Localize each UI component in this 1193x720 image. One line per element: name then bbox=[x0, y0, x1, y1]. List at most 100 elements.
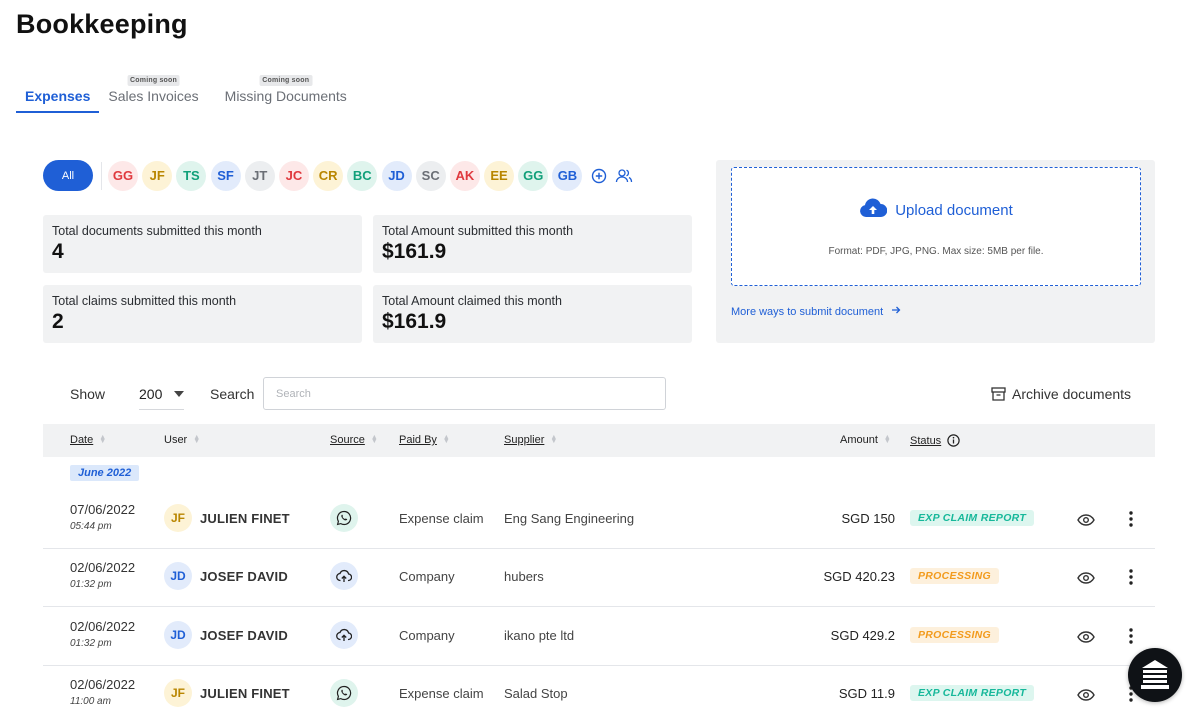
show-label: Show bbox=[70, 386, 106, 402]
row-supplier: ikano pte ltd bbox=[504, 628, 575, 643]
sort-icon: ▲ ▼ bbox=[99, 434, 107, 445]
month-group-badge: June 2022 bbox=[70, 465, 140, 481]
column-header-status[interactable]: Status bbox=[910, 434, 960, 447]
stat-card-documents: Total documents submitted this month 4 bbox=[43, 215, 362, 273]
stat-value: $161.9 bbox=[382, 240, 447, 263]
header-label: Amount bbox=[840, 434, 878, 446]
user-filter-avatar[interactable]: JT bbox=[244, 160, 275, 191]
user-filter-avatar[interactable]: JD bbox=[381, 160, 412, 191]
row-paid-by: Expense claim bbox=[399, 511, 484, 526]
user-filter-avatar[interactable]: GB bbox=[552, 160, 583, 191]
user-filter-avatar[interactable]: EE bbox=[484, 160, 515, 191]
table-row[interactable]: 02/06/2022 01:32 pm JD JOSEF DAVID Company ik… bbox=[43, 608, 1155, 666]
row-paid-by: Company bbox=[399, 569, 455, 584]
bank-building-icon bbox=[1137, 657, 1173, 693]
manage-users-icon[interactable] bbox=[614, 166, 634, 186]
page-size-select[interactable]: 200 bbox=[139, 379, 184, 410]
upload-format-hint: Format: PDF, JPG, PNG. Max size: 5MB per… bbox=[828, 246, 1044, 257]
row-amount: SGD 11.9 bbox=[838, 686, 895, 701]
filter-all-button[interactable]: All bbox=[43, 160, 93, 191]
user-filter-avatar[interactable]: TS bbox=[176, 160, 207, 191]
sort-icon: ▲ ▼ bbox=[883, 434, 891, 445]
view-eye-icon[interactable] bbox=[1076, 510, 1096, 530]
stat-value: $161.9 bbox=[382, 310, 447, 333]
row-user-name: JOSEF DAVID bbox=[200, 569, 288, 584]
row-time: 01:32 pm bbox=[70, 638, 112, 649]
user-filter-avatar[interactable]: SC bbox=[415, 160, 446, 191]
user-filter-avatar[interactable]: GG bbox=[518, 160, 549, 191]
tab-sales-invoices[interactable]: Coming soon Sales Invoices bbox=[99, 74, 207, 113]
tab-expenses[interactable]: Expenses bbox=[16, 74, 100, 113]
tab-expenses-label: Expenses bbox=[25, 88, 91, 104]
more-options-icon[interactable] bbox=[1124, 625, 1138, 647]
tab-missing-documents[interactable]: Coming soon Missing Documents bbox=[216, 74, 356, 113]
table-row[interactable]: 02/06/2022 01:32 pm JD JOSEF DAVID Company hu… bbox=[43, 549, 1155, 607]
archive-documents-button[interactable]: Archive documents bbox=[991, 386, 1131, 402]
user-filter-avatar[interactable]: CR bbox=[313, 160, 344, 191]
column-header-supplier[interactable]: Supplier ▲ ▼ bbox=[504, 434, 557, 446]
stat-value: 4 bbox=[52, 240, 64, 263]
upload-panel: Upload document Format: PDF, JPG, PNG. M… bbox=[716, 160, 1155, 343]
more-ways-link[interactable]: More ways to submit document bbox=[731, 305, 901, 318]
coming-soon-badge: Coming soon bbox=[127, 75, 180, 86]
stat-label: Total documents submitted this month bbox=[52, 224, 262, 238]
user-filter-bar: All GG JF TS SF JT JC CR BC JD SC AK EE GG GB bbox=[43, 160, 637, 191]
tab-missing-documents-label: Missing Documents bbox=[224, 88, 347, 104]
coming-soon-badge: Coming soon bbox=[259, 75, 313, 86]
view-eye-icon[interactable] bbox=[1076, 627, 1096, 647]
sort-icon: ▲ ▼ bbox=[370, 434, 378, 445]
row-date: 07/06/2022 bbox=[70, 502, 136, 517]
header-label: Paid By bbox=[399, 434, 437, 446]
status-badge: PROCESSING bbox=[910, 568, 1000, 584]
upload-dropzone[interactable]: Upload document Format: PDF, JPG, PNG. M… bbox=[731, 167, 1141, 286]
add-user-icon[interactable] bbox=[589, 166, 609, 186]
view-eye-icon[interactable] bbox=[1076, 568, 1096, 588]
archive-documents-label: Archive documents bbox=[1012, 386, 1132, 402]
info-icon[interactable] bbox=[947, 434, 960, 447]
help-chat-button[interactable] bbox=[1128, 648, 1182, 702]
stat-card-claims: Total claims submitted this month 2 bbox=[43, 285, 362, 343]
column-header-amount[interactable]: Amount ▲ ▼ bbox=[840, 434, 891, 446]
whatsapp-icon bbox=[330, 679, 358, 707]
user-filter-avatar[interactable]: BC bbox=[347, 160, 378, 191]
sort-icon: ▲ ▼ bbox=[193, 434, 201, 445]
user-filter-avatar[interactable]: GG bbox=[108, 160, 138, 191]
archive-icon bbox=[991, 387, 1006, 401]
user-filter-avatar[interactable]: AK bbox=[449, 160, 480, 191]
column-header-paid-by[interactable]: Paid By ▲ ▼ bbox=[399, 434, 450, 446]
row-user-name: JULIEN FINET bbox=[200, 686, 290, 701]
table-header: Date ▲ ▼ User ▲ ▼ Source ▲ ▼ Paid By ▲ ▼ Supplie… bbox=[43, 424, 1155, 457]
status-badge: PROCESSING bbox=[910, 627, 1000, 643]
row-supplier: Eng Sang Engineering bbox=[504, 511, 635, 526]
search-label: Search bbox=[210, 386, 255, 402]
user-filter-avatar[interactable]: SF bbox=[210, 160, 241, 191]
row-amount: SGD 420.23 bbox=[823, 569, 895, 584]
whatsapp-icon bbox=[330, 504, 358, 532]
row-user-name: JOSEF DAVID bbox=[200, 628, 288, 643]
user-filter-avatar[interactable]: JF bbox=[142, 160, 173, 191]
more-options-icon[interactable] bbox=[1124, 566, 1138, 588]
user-filter-avatar[interactable]: JC bbox=[278, 160, 309, 191]
upload-document-label: Upload document bbox=[895, 202, 1013, 219]
column-header-date[interactable]: Date ▲ ▼ bbox=[70, 434, 106, 446]
arrow-right-icon bbox=[891, 305, 901, 318]
view-eye-icon[interactable] bbox=[1076, 685, 1096, 705]
sort-icon: ▲ ▼ bbox=[442, 434, 450, 445]
row-time: 05:44 pm bbox=[70, 521, 112, 532]
table-row[interactable]: 07/06/2022 05:44 pm JF JULIEN FINET Expense … bbox=[43, 491, 1155, 549]
row-date: 02/06/2022 bbox=[70, 619, 136, 634]
more-options-icon[interactable] bbox=[1124, 508, 1138, 530]
tab-bar: Expenses Coming soon Sales Invoices Comi… bbox=[16, 74, 356, 114]
table-row[interactable]: 02/06/2022 11:00 am JF JULIEN FINET Expense … bbox=[43, 666, 1155, 720]
stat-label: Total claims submitted this month bbox=[52, 294, 237, 308]
column-header-user[interactable]: User ▲ ▼ bbox=[164, 434, 200, 446]
tab-sales-invoices-label: Sales Invoices bbox=[108, 88, 199, 104]
row-amount: SGD 429.2 bbox=[830, 628, 895, 643]
sort-icon: ▲ ▼ bbox=[550, 434, 558, 445]
header-label: User bbox=[164, 434, 188, 446]
row-date: 02/06/2022 bbox=[70, 560, 136, 575]
search-input[interactable] bbox=[263, 377, 666, 410]
page-size-value: 200 bbox=[139, 386, 163, 402]
stat-card-amount-submitted: Total Amount submitted this month $161.9 bbox=[373, 215, 692, 273]
column-header-source[interactable]: Source ▲ ▼ bbox=[330, 434, 378, 446]
